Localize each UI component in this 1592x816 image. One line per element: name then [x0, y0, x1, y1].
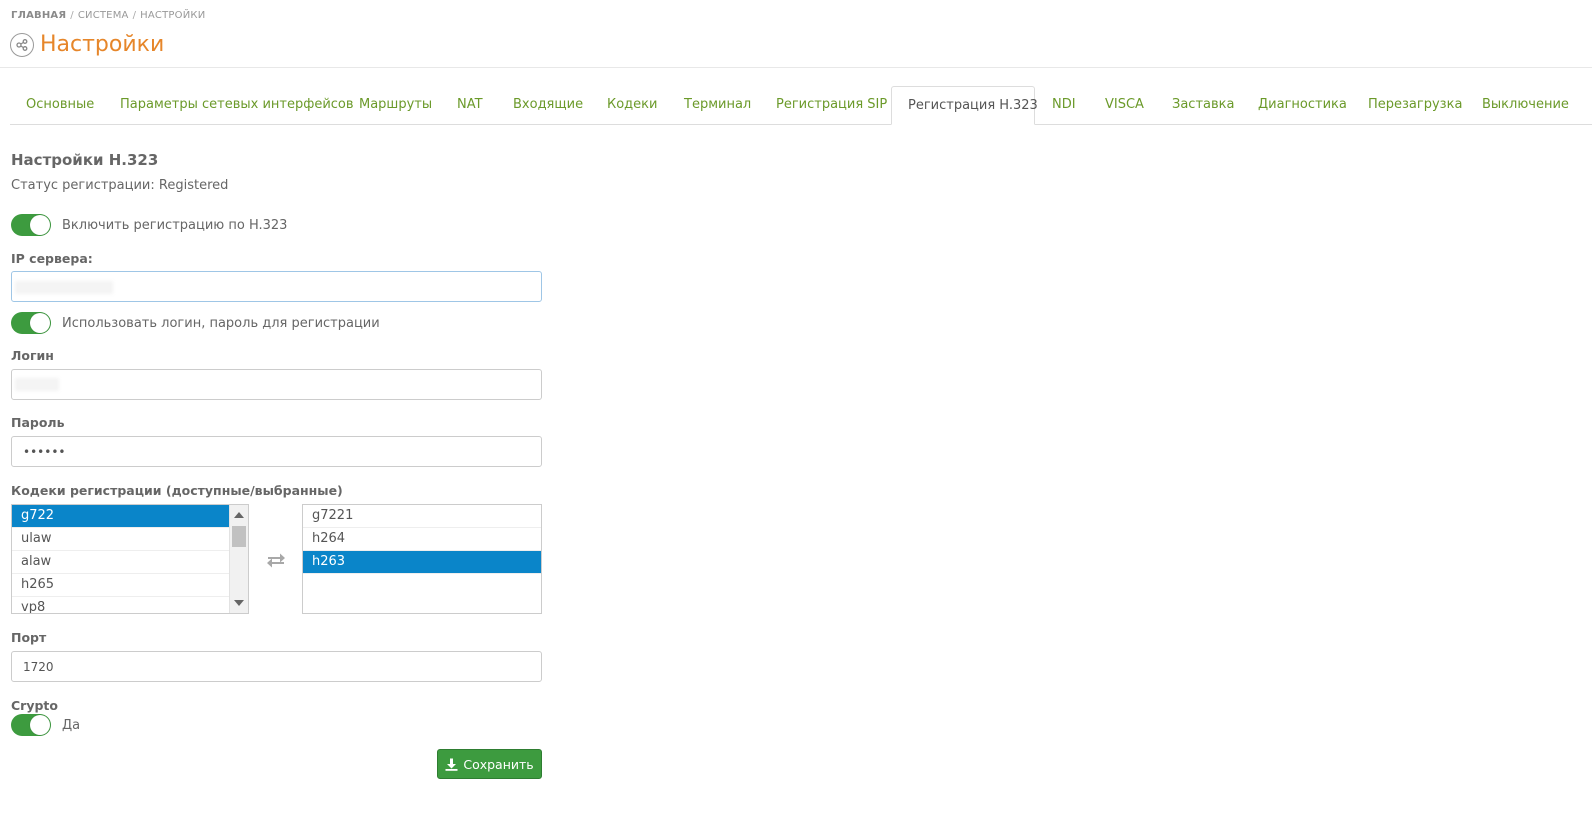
toggle-knob — [30, 715, 50, 735]
breadcrumb-separator: / — [70, 10, 74, 21]
codec-option-h265[interactable]: h265 — [12, 574, 229, 597]
crypto-row: Да — [11, 714, 80, 736]
breadcrumb-home[interactable]: ГЛАВНАЯ — [11, 10, 66, 21]
registration-status: Статус регистрации: Registered — [11, 178, 228, 193]
codec-option-g7221[interactable]: g7221 — [303, 505, 541, 528]
tab-basic[interactable]: Основные — [10, 86, 110, 124]
use-credentials-toggle[interactable] — [11, 312, 51, 334]
breadcrumb: ГЛАВНАЯ / СИСТЕМА / НАСТРОЙКИ — [11, 10, 205, 21]
breadcrumb-system[interactable]: СИСТЕМА — [78, 10, 129, 21]
tab-nat[interactable]: NAT — [441, 86, 499, 124]
tab-ndi[interactable]: NDI — [1036, 86, 1092, 124]
tab-visca[interactable]: VISCA — [1089, 86, 1160, 124]
toggle-knob — [30, 215, 50, 235]
tab-terminal[interactable]: Терминал — [668, 86, 767, 124]
tab-shutdown[interactable]: Выключение — [1466, 86, 1585, 124]
password-label: Пароль — [11, 415, 65, 430]
codecs-label: Кодеки регистрации (доступные/выбранные) — [11, 483, 343, 498]
login-label: Логин — [11, 348, 54, 363]
save-button[interactable]: Сохранить — [437, 749, 542, 779]
crypto-toggle-label: Да — [62, 717, 81, 733]
status-label: Статус регистрации: — [11, 178, 155, 193]
login-input[interactable] — [11, 369, 542, 400]
page-title: Настройки — [40, 32, 165, 57]
tab-network-interfaces[interactable]: Параметры сетевых интерфейсов — [104, 86, 370, 124]
enable-registration-row: Включить регистрацию по H.323 — [11, 214, 287, 236]
download-icon — [445, 758, 458, 771]
toggle-knob — [30, 313, 50, 333]
use-credentials-row: Использовать логин, пароль для регистрац… — [11, 312, 380, 334]
header-divider — [0, 67, 1592, 68]
enable-registration-label: Включить регистрацию по H.323 — [62, 217, 288, 233]
redacted-mask — [15, 378, 59, 391]
codec-option-h264[interactable]: h264 — [303, 528, 541, 551]
port-label: Порт — [11, 630, 47, 645]
scroll-thumb[interactable] — [232, 526, 246, 547]
tab-h323-registration[interactable]: Регистрация H.323 — [891, 86, 1038, 125]
codec-list-scrollbar[interactable] — [229, 505, 248, 613]
port-input[interactable] — [11, 651, 542, 682]
tab-codecs[interactable]: Кодеки — [591, 86, 673, 124]
server-ip-label: IP сервера: — [11, 251, 93, 266]
tab-diagnostics[interactable]: Диагностика — [1242, 86, 1363, 124]
codec-option-g722[interactable]: g722 — [12, 505, 229, 528]
save-button-label: Сохранить — [463, 756, 534, 772]
tab-reboot[interactable]: Перезагрузка — [1352, 86, 1478, 124]
codec-option-ulaw[interactable]: ulaw — [12, 528, 229, 551]
swap-arrows-icon[interactable] — [265, 551, 287, 573]
status-value: Registered — [158, 178, 229, 193]
section-title: Настройки H.323 — [11, 151, 159, 169]
settings-share-icon — [10, 32, 34, 57]
scroll-up-arrow-icon[interactable] — [234, 512, 244, 518]
tab-routes[interactable]: Маршруты — [343, 86, 448, 124]
page-header: Настройки — [10, 32, 164, 57]
tab-sip-registration[interactable]: Регистрация SIP — [760, 86, 903, 124]
tab-bar: Основные Параметры сетевых интерфейсов М… — [10, 86, 1592, 125]
breadcrumb-current: НАСТРОЙКИ — [140, 10, 206, 21]
tab-incoming[interactable]: Входящие — [497, 86, 599, 124]
breadcrumb-separator: / — [132, 10, 137, 21]
codec-option-h263[interactable]: h263 — [303, 551, 541, 574]
redacted-mask — [15, 281, 113, 294]
password-input[interactable] — [11, 436, 542, 467]
crypto-label: Crypto — [11, 698, 58, 713]
tab-splash[interactable]: Заставка — [1156, 86, 1250, 124]
scroll-down-arrow-icon[interactable] — [234, 600, 244, 606]
codec-option-alaw[interactable]: alaw — [12, 551, 229, 574]
codec-option-vp8[interactable]: vp8 — [12, 597, 229, 613]
crypto-toggle[interactable] — [11, 714, 51, 736]
use-credentials-label: Использовать логин, пароль для регистрац… — [62, 315, 380, 331]
available-codecs-list[interactable]: g722 ulaw alaw h265 vp8 — [11, 504, 249, 614]
selected-codecs-list[interactable]: g7221 h264 h263 — [302, 504, 542, 614]
enable-registration-toggle[interactable] — [11, 214, 51, 236]
